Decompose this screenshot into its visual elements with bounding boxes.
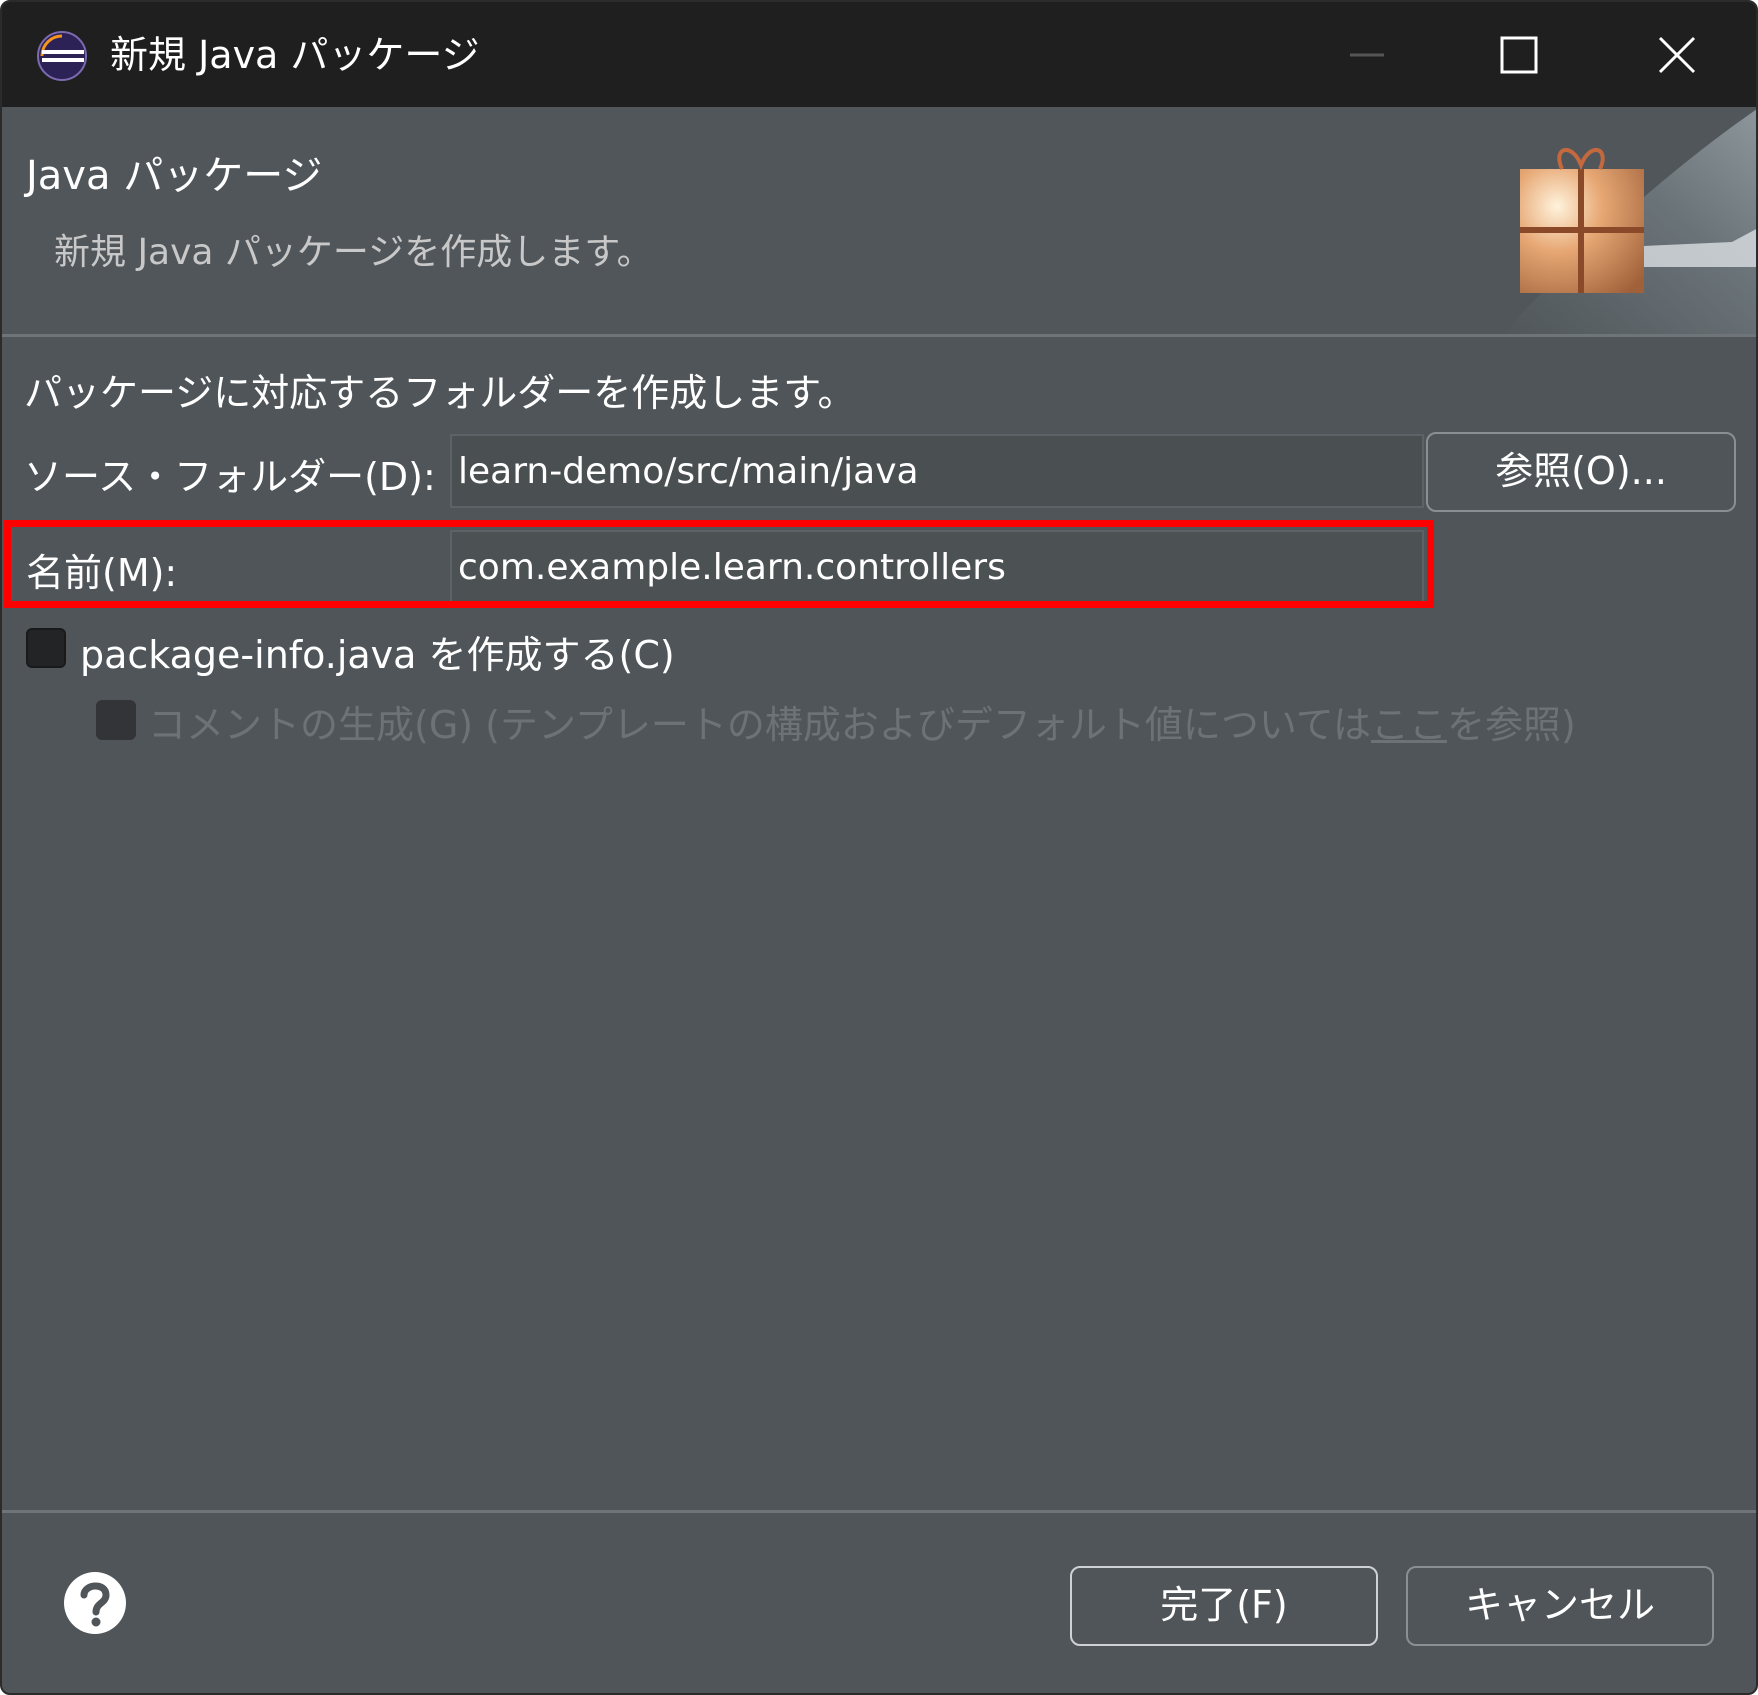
wizard-title: Java パッケージ (26, 153, 323, 199)
header-separator (2, 334, 1756, 337)
title-bar[interactable]: 新規 Java パッケージ (2, 2, 1756, 107)
package-info-checkbox-label[interactable]: package-info.java を作成する(C) (80, 624, 675, 679)
minimize-button[interactable] (1332, 22, 1402, 88)
cancel-button[interactable]: キャンセル (1406, 1566, 1714, 1646)
generate-comments-suffix: を参照) (1446, 703, 1576, 747)
window-title: 新規 Java パッケージ (110, 33, 480, 77)
wizard-description: 新規 Java パッケージを作成します。 (54, 232, 653, 273)
help-icon[interactable] (62, 1570, 128, 1636)
generate-comments-label: コメントの生成(G) (テンプレートの構成およびデフォルト値についてはここを参照… (148, 694, 1576, 749)
templates-link: ここ (1370, 703, 1447, 747)
generate-comments-text: コメントの生成(G) (テンプレートの構成およびデフォルト値については (148, 703, 1371, 747)
source-folder-label: ソース・フォルダー(D): (24, 455, 436, 499)
source-folder-input[interactable] (450, 434, 1424, 508)
wizard-header: Java パッケージ 新規 Java パッケージを作成します。 (2, 107, 1756, 335)
close-button[interactable] (1642, 22, 1712, 88)
highlight-annotation (4, 520, 1434, 608)
close-icon (1658, 36, 1696, 74)
finish-button[interactable]: 完了(F) (1070, 1566, 1378, 1646)
package-gift-icon (1502, 109, 1756, 335)
eclipse-icon (37, 31, 87, 81)
maximize-button[interactable] (1484, 22, 1554, 88)
package-info-checkbox[interactable] (26, 628, 66, 668)
maximize-icon (1500, 36, 1538, 74)
minimize-icon (1350, 53, 1384, 57)
footer-separator (2, 1510, 1756, 1513)
instruction-text: パッケージに対応するフォルダーを作成します。 (24, 371, 856, 415)
new-java-package-dialog: 新規 Java パッケージ Java パッケージ 新規 Java パッケージを作… (0, 0, 1758, 1695)
generate-comments-checkbox (96, 700, 136, 740)
browse-button[interactable]: 参照(O)... (1426, 432, 1736, 512)
